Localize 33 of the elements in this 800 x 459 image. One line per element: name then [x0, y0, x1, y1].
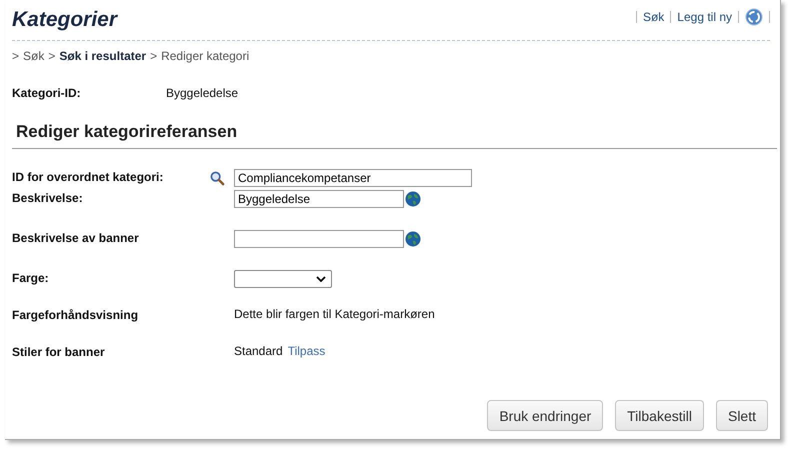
- help-icon[interactable]: [745, 8, 763, 26]
- breadcrumb-separator: >: [150, 49, 158, 63]
- section-heading: Rediger kategorireferansen: [12, 122, 777, 149]
- input-field[interactable]: Compliancekompetanser: [234, 169, 472, 187]
- field-label: Beskrivelse av banner: [12, 230, 140, 245]
- breadcrumb-item: Rediger kategori: [161, 49, 250, 63]
- field-value: Standard: [234, 344, 283, 358]
- action-button[interactable]: Bruk endringer: [487, 400, 604, 431]
- header-link[interactable]: Søk: [642, 10, 664, 24]
- breadcrumb-separator: >: [12, 49, 20, 63]
- page-title: Kategorier: [12, 8, 118, 32]
- breadcrumb-link[interactable]: Søk i resultater: [59, 49, 146, 63]
- globe-icon[interactable]: [405, 191, 421, 207]
- field-label: Farge:: [12, 270, 50, 285]
- action-button[interactable]: Slett: [716, 400, 768, 431]
- input-field[interactable]: [234, 230, 404, 248]
- chevron-icon: [316, 276, 326, 282]
- input-field[interactable]: Byggeledelse: [234, 190, 404, 208]
- field-value: Dette blir fargen til Kategori-markøren: [234, 307, 435, 321]
- field-label: Fargeforhåndsvisning: [12, 307, 140, 322]
- field-value: Byggeledelse: [166, 86, 238, 100]
- globe-icon[interactable]: [405, 231, 421, 247]
- breadcrumb-item: Søk: [23, 49, 44, 63]
- field-label: Stiler for banner: [12, 344, 106, 359]
- header-link[interactable]: Legg til ny: [677, 10, 732, 24]
- field-label: Kategori-ID:: [12, 86, 82, 100]
- search-icon[interactable]: [210, 170, 225, 186]
- breadcrumb-separator: >: [48, 49, 56, 63]
- field-label: ID for overordnet kategori:: [12, 169, 164, 184]
- customize-link[interactable]: Tilpass: [288, 344, 326, 358]
- action-button[interactable]: Tilbakestill: [615, 400, 704, 431]
- field-label: Beskrivelse:: [12, 190, 84, 205]
- dropdown[interactable]: [234, 270, 332, 288]
